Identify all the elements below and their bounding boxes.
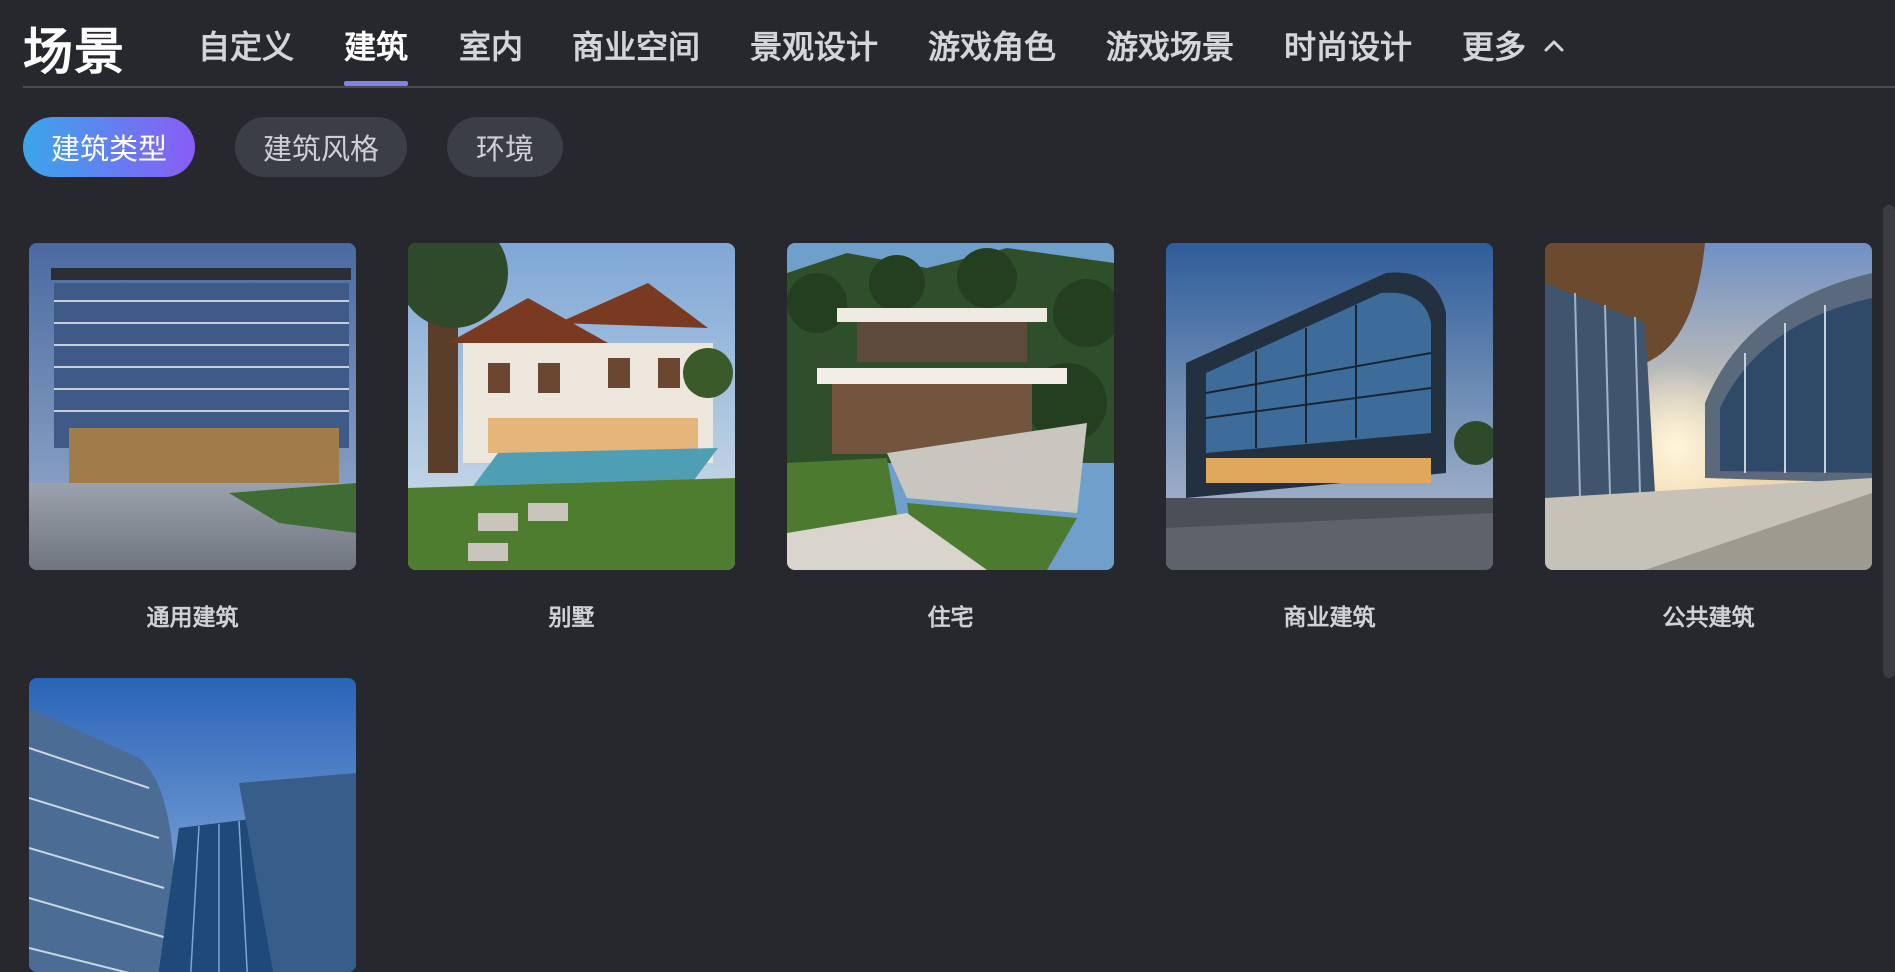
tab-label: 时尚设计 bbox=[1284, 28, 1413, 66]
tab-label: 自定义 bbox=[198, 28, 295, 66]
chip-building-type[interactable]: 建筑类型 bbox=[23, 117, 195, 177]
card-label: 住宅 bbox=[927, 605, 974, 631]
card-label: 商业建筑 bbox=[1283, 605, 1376, 631]
card-label: 公共建筑 bbox=[1662, 605, 1755, 631]
tab-label: 室内 bbox=[459, 28, 524, 66]
tab-label: 更多 bbox=[1462, 28, 1527, 66]
tab-label: 游戏角色 bbox=[928, 28, 1057, 66]
card-general-architecture[interactable]: 通用建筑 bbox=[29, 243, 356, 632]
chip-label: 建筑风格 bbox=[262, 132, 379, 166]
card-skyscraper[interactable] bbox=[29, 678, 356, 972]
tab-custom[interactable]: 自定义 bbox=[198, 22, 294, 88]
thumbnail-image bbox=[29, 243, 356, 570]
tab-label: 景观设计 bbox=[750, 28, 879, 66]
tab-fashion-design[interactable]: 时尚设计 bbox=[1284, 22, 1412, 88]
tab-label: 商业空间 bbox=[572, 28, 701, 66]
chevron-up-icon bbox=[1544, 40, 1564, 52]
chip-label: 建筑类型 bbox=[50, 132, 167, 166]
page-title: 场景 bbox=[23, 23, 125, 81]
thumbnail-image bbox=[408, 243, 735, 570]
tab-interior[interactable]: 室内 bbox=[459, 22, 523, 88]
thumbnail-image bbox=[787, 243, 1114, 570]
tab-game-scene[interactable]: 游戏场景 bbox=[1106, 22, 1234, 88]
card-villa[interactable]: 别墅 bbox=[408, 243, 735, 632]
thumbnail-image bbox=[1545, 243, 1872, 570]
thumbnail-image bbox=[29, 678, 356, 972]
thumbnail-image bbox=[1166, 243, 1493, 570]
card-label: 通用建筑 bbox=[146, 605, 239, 631]
tab-commercial-space[interactable]: 商业空间 bbox=[572, 22, 700, 88]
card-residential[interactable]: 住宅 bbox=[787, 243, 1114, 632]
card-label: 别墅 bbox=[548, 605, 595, 631]
scrollbar[interactable] bbox=[1883, 205, 1895, 678]
tab-label: 游戏场景 bbox=[1106, 28, 1235, 66]
tab-landscape-design[interactable]: 景观设计 bbox=[750, 22, 878, 88]
tab-game-character[interactable]: 游戏角色 bbox=[928, 22, 1056, 88]
card-commercial-building[interactable]: 商业建筑 bbox=[1166, 243, 1493, 632]
tab-more[interactable]: 更多 bbox=[1462, 22, 1565, 88]
chip-building-style[interactable]: 建筑风格 bbox=[235, 117, 407, 177]
chip-environment[interactable]: 环境 bbox=[447, 117, 563, 177]
chip-label: 环境 bbox=[475, 132, 534, 166]
tab-architecture[interactable]: 建筑 bbox=[344, 22, 409, 88]
tab-label: 建筑 bbox=[344, 28, 409, 66]
card-public-building[interactable]: 公共建筑 bbox=[1545, 243, 1872, 632]
